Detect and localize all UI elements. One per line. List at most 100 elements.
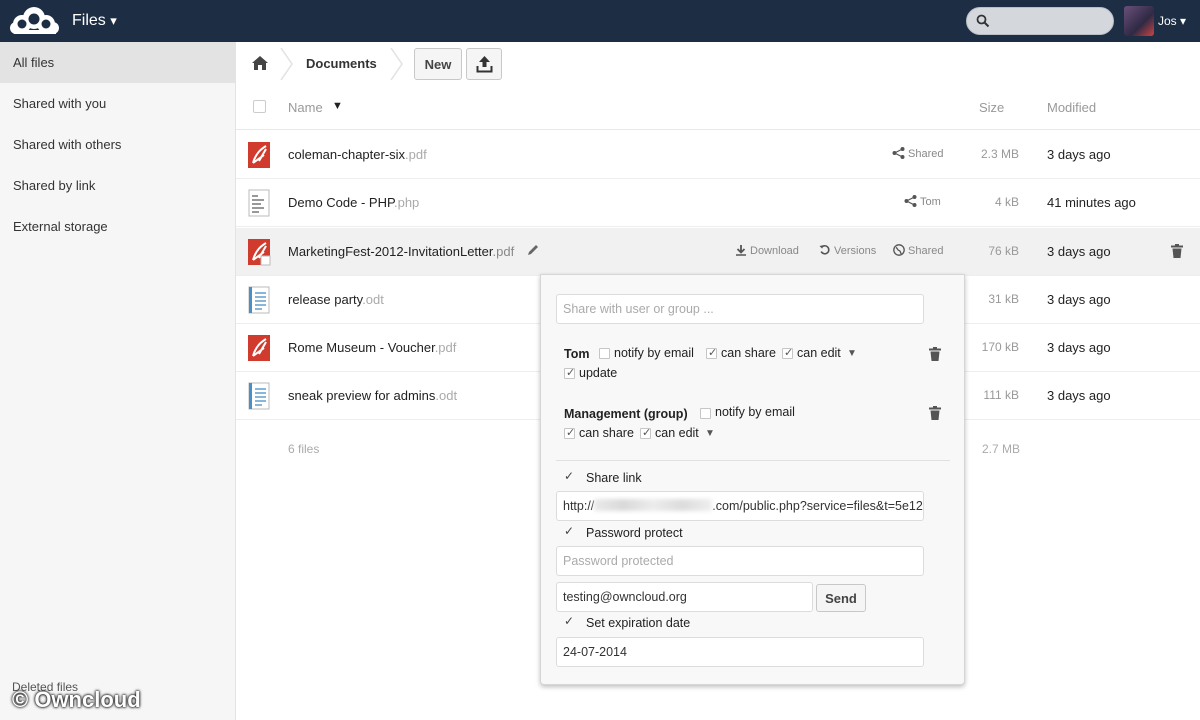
file-modified: 3 days ago xyxy=(1047,292,1111,307)
trash-icon[interactable] xyxy=(929,406,941,420)
upload-button[interactable] xyxy=(466,48,502,80)
sidebar-item-shared-with-others[interactable]: Shared with others xyxy=(0,124,235,165)
select-all-checkbox[interactable] xyxy=(253,100,266,113)
file-size: 31 kB xyxy=(988,292,1019,306)
expiration-checkbox[interactable]: ✓ xyxy=(564,614,574,628)
trash-icon[interactable] xyxy=(929,347,941,361)
breadcrumb-documents[interactable]: Documents xyxy=(306,56,377,71)
download-action[interactable]: Download xyxy=(735,244,799,257)
file-name[interactable]: Rome Museum - Voucher.pdf xyxy=(288,340,456,355)
file-modified: 3 days ago xyxy=(1047,388,1111,403)
file-modified: 3 days ago xyxy=(1047,340,1111,355)
password-field[interactable] xyxy=(556,546,924,576)
file-name[interactable]: release party.odt xyxy=(288,292,384,307)
can-edit-checkbox[interactable] xyxy=(782,346,793,359)
app-menu[interactable]: Files ▾ xyxy=(72,12,117,30)
sidebar: All files Shared with you Shared with ot… xyxy=(0,42,236,720)
file-name[interactable]: Demo Code - PHP.php xyxy=(288,195,419,210)
user-menu-caret: ▾ xyxy=(1180,14,1187,28)
column-header-modified[interactable]: Modified xyxy=(1047,100,1096,115)
share-recipient-name: Management (group) xyxy=(564,407,688,421)
send-button[interactable]: Send xyxy=(816,584,866,612)
can-edit-checkbox[interactable] xyxy=(640,426,651,439)
expiration-date-field[interactable] xyxy=(556,637,924,667)
file-size: 170 kB xyxy=(981,340,1019,354)
divider xyxy=(556,460,950,461)
update-checkbox[interactable] xyxy=(564,366,575,379)
file-basename: Demo Code - PHP xyxy=(288,195,394,210)
share-icon xyxy=(904,195,917,207)
share-with-input[interactable] xyxy=(556,294,924,324)
notify-email-checkbox[interactable] xyxy=(700,408,711,419)
file-modified: 3 days ago xyxy=(1047,244,1111,259)
can-share-checkbox[interactable] xyxy=(564,426,575,439)
column-header-size[interactable]: Size xyxy=(979,100,1004,115)
pencil-icon[interactable] xyxy=(527,244,539,256)
file-size: 4 kB xyxy=(994,195,1019,209)
share-action[interactable]: Tom xyxy=(904,195,941,208)
versions-action[interactable]: Versions xyxy=(819,244,876,257)
document-file-icon xyxy=(248,382,270,410)
chevron-down-icon[interactable]: ▼ xyxy=(847,348,857,359)
file-name[interactable]: sneak preview for admins.odt xyxy=(288,388,457,403)
file-size: 76 kB xyxy=(988,244,1019,258)
file-extension: .pdf xyxy=(434,340,457,355)
app-menu-caret: ▾ xyxy=(110,13,117,28)
summary-total-size: 2.7 MB xyxy=(982,442,1021,456)
file-table-header: Name ▼ Size Modified xyxy=(236,86,1200,130)
share-action[interactable]: Shared xyxy=(893,244,943,257)
search-icon xyxy=(976,14,990,28)
file-row[interactable]: MarketingFest-2012-InvitationLetter.pdf … xyxy=(236,228,1200,276)
file-extension: .odt xyxy=(435,388,458,403)
controls-bar: Documents New xyxy=(236,42,1200,86)
trash-icon[interactable] xyxy=(1171,244,1183,258)
user-name: Jos xyxy=(1158,14,1177,28)
file-name[interactable]: coleman-chapter-six.pdf xyxy=(288,147,427,162)
sort-desc-icon[interactable]: ▼ xyxy=(332,100,343,112)
user-menu[interactable]: Jos ▾ xyxy=(1158,14,1186,28)
can-share-checkbox[interactable] xyxy=(706,346,717,359)
search-box[interactable] xyxy=(966,7,1114,35)
sidebar-item-external-storage[interactable]: External storage xyxy=(0,206,235,247)
notify-email-checkbox[interactable] xyxy=(599,348,610,359)
file-basename: coleman-chapter-six xyxy=(288,147,406,162)
share-dropdown: Tom notify by email can share can edit ▼… xyxy=(540,274,965,685)
pdf-file-icon xyxy=(248,239,271,266)
share-action[interactable]: Shared xyxy=(892,147,943,160)
password-protect-label: Password protect xyxy=(586,526,683,540)
download-icon xyxy=(736,245,746,256)
file-name[interactable]: MarketingFest-2012-InvitationLetter.pdf xyxy=(288,244,514,259)
sidebar-item-shared-by-link[interactable]: Shared by link xyxy=(0,165,235,206)
file-row[interactable]: coleman-chapter-six.pdf Shared 2.3 MB 3 … xyxy=(236,131,1200,179)
history-icon xyxy=(819,245,830,255)
file-extension: .pdf xyxy=(492,244,515,259)
home-icon[interactable] xyxy=(251,54,269,72)
avatar[interactable] xyxy=(1124,6,1154,36)
can-share-label: can share xyxy=(579,426,634,440)
search-input[interactable] xyxy=(995,12,1105,30)
notify-email-label: notify by email xyxy=(715,405,795,419)
top-header: Files ▾ Jos ▾ xyxy=(0,0,1200,42)
owncloud-logo[interactable] xyxy=(8,6,60,36)
sidebar-item-shared-with-you[interactable]: Shared with you xyxy=(0,83,235,124)
chevron-down-icon[interactable]: ▼ xyxy=(705,428,715,439)
share-label: Shared xyxy=(908,148,944,160)
share-link-label: Share link xyxy=(586,471,642,485)
update-label: update xyxy=(579,366,618,380)
share-link-field[interactable]: http:// .com/public.php?service=files&t=5… xyxy=(556,491,924,521)
column-header-name[interactable]: Name xyxy=(288,100,323,115)
download-label: Download xyxy=(750,245,799,257)
file-basename: release party xyxy=(288,292,363,307)
share-link-checkbox[interactable]: ✓ xyxy=(564,469,574,483)
breadcrumb-separator-icon xyxy=(280,48,293,80)
sidebar-item-all-files[interactable]: All files xyxy=(0,42,235,83)
file-row[interactable]: Demo Code - PHP.php Tom 4 kB 41 minutes … xyxy=(236,179,1200,227)
text-file-icon xyxy=(248,189,270,217)
file-basename: MarketingFest-2012-InvitationLetter xyxy=(288,244,493,259)
password-protect-checkbox[interactable]: ✓ xyxy=(564,524,574,538)
link-prefix: http:// xyxy=(563,499,595,513)
file-basename: Rome Museum - Voucher xyxy=(288,340,435,355)
email-field[interactable] xyxy=(556,582,813,612)
new-button[interactable]: New xyxy=(414,48,462,80)
summary-file-count: 6 files xyxy=(288,442,320,456)
